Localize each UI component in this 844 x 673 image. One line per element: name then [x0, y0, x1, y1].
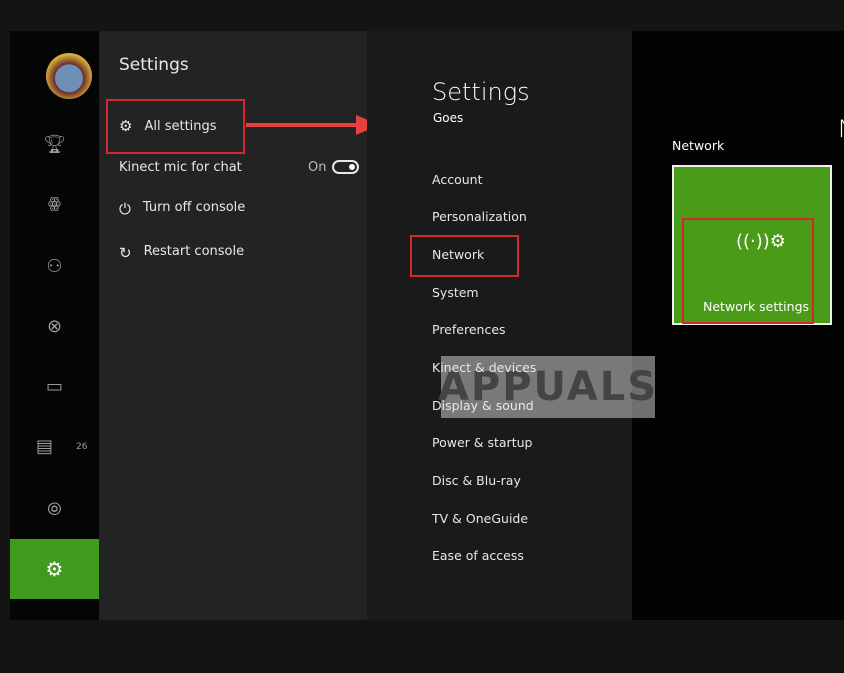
- network-gear-icon: ((·))⚙: [736, 231, 786, 252]
- settings-subtitle: Goes: [433, 111, 464, 125]
- friends-icon[interactable]: ꙮ: [10, 194, 99, 212]
- menu-disc-bluray[interactable]: Disc & Blu-ray: [432, 473, 521, 488]
- menu-account[interactable]: Account: [432, 172, 482, 187]
- arrow-annotation: [246, 115, 380, 135]
- trophy-icon[interactable]: 🏆︎: [10, 134, 99, 155]
- settings-title: Settings: [432, 78, 530, 106]
- all-settings-item[interactable]: ⚙ All settings: [119, 117, 217, 135]
- xbox-icon[interactable]: ⊗: [10, 316, 99, 337]
- devices-icon[interactable]: ▭: [10, 376, 99, 397]
- menu-kinect-devices[interactable]: Kinect & devices: [432, 360, 536, 375]
- menu-preferences[interactable]: Preferences: [432, 322, 506, 337]
- menu-system[interactable]: System: [432, 285, 479, 300]
- restart-icon: ↻: [119, 244, 132, 262]
- menu-display-sound[interactable]: Display & sound: [432, 398, 534, 413]
- settings-menu-panel: Settings Goes Account Personalization Ne…: [367, 31, 632, 620]
- network-heading: Network: [672, 138, 725, 153]
- broadcast-icon[interactable]: ⦾: [10, 499, 99, 520]
- network-settings-tile[interactable]: ((·))⚙ Network settings: [672, 165, 832, 325]
- menu-ease-of-access[interactable]: Ease of access: [432, 548, 524, 563]
- avatar[interactable]: [46, 53, 92, 99]
- all-settings-label: All settings: [144, 118, 217, 134]
- restart-console-item[interactable]: ↻ Restart console: [119, 244, 244, 262]
- gear-icon: ⚙: [119, 117, 133, 135]
- left-nav-rail: 🏆︎ ꙮ ⚇ ⊗ ▭ ▤ 26 ⦾ ⚙: [10, 31, 99, 620]
- network-settings-label: Network settings: [703, 299, 810, 314]
- next-panel-title-partial: N: [838, 115, 844, 143]
- guide-title: Settings: [119, 55, 189, 75]
- menu-personalization[interactable]: Personalization: [432, 209, 527, 224]
- kinect-mic-label: Kinect mic for chat: [119, 160, 242, 175]
- restart-label: Restart console: [143, 244, 245, 259]
- network-panel: Network N ((·))⚙ Network settings: [632, 31, 844, 620]
- messages-badge: 26: [76, 442, 88, 452]
- settings-nav-item[interactable]: ⚙: [10, 539, 99, 599]
- turn-off-label: Turn off console: [142, 200, 246, 215]
- turn-off-console-item[interactable]: ⏻ Turn off console: [119, 200, 245, 218]
- kinect-mic-value: On: [308, 160, 327, 175]
- power-icon: ⏻: [119, 200, 131, 218]
- menu-tv-oneguide[interactable]: TV & OneGuide: [432, 511, 528, 526]
- settings-icon: ⚙: [45, 557, 64, 581]
- kinect-mic-toggle[interactable]: [332, 160, 359, 174]
- menu-power-startup[interactable]: Power & startup: [432, 435, 532, 450]
- menu-network[interactable]: Network: [432, 247, 484, 262]
- people-icon[interactable]: ⚇: [10, 256, 99, 277]
